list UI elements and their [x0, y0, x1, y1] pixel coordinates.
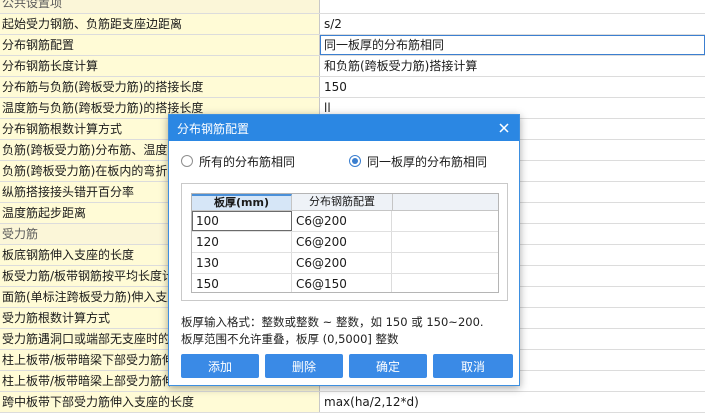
- table-row[interactable]: 150 C6@150: [192, 274, 498, 292]
- grid-row-value[interactable]: s/2: [320, 14, 705, 34]
- radio-same-thickness[interactable]: 同一板厚的分布筋相同: [349, 151, 487, 171]
- grid-row[interactable]: 分布钢筋配置 同一板厚的分布筋相同: [0, 35, 705, 56]
- grid-row-value[interactable]: 和负筋(跨板受力筋)搭接计算: [320, 56, 705, 76]
- input-format-hint: 板厚输入格式：整数或整数 ~ 整数，如 150 或 150~200. 板厚范围不…: [181, 314, 511, 348]
- radio-all-same[interactable]: 所有的分布筋相同: [181, 151, 349, 171]
- grid-section-row[interactable]: 公共设置项: [0, 0, 705, 14]
- table-row[interactable]: 130 C6@200: [192, 253, 498, 274]
- table-frame: 板厚(mm) 分布钢筋配置 100 C6@200 120 C6@200 130 C6@20…: [181, 183, 508, 301]
- grid-row-value[interactable]: 150: [320, 77, 705, 97]
- radio-all-same-label: 所有的分布筋相同: [199, 154, 296, 169]
- thickness-config-table: 板厚(mm) 分布钢筋配置 100 C6@200 120 C6@200 130 C6@20…: [191, 193, 499, 293]
- header-config[interactable]: 分布钢筋配置: [292, 194, 393, 210]
- cancel-button[interactable]: 取消: [433, 354, 513, 378]
- config-cell[interactable]: C6@200: [292, 253, 392, 273]
- config-cell[interactable]: C6@150: [292, 274, 392, 292]
- grid-row[interactable]: 分布钢筋长度计算 和负筋(跨板受力筋)搭接计算: [0, 56, 705, 77]
- grid-row-label: 分布钢筋配置: [0, 35, 320, 55]
- grid-row[interactable]: 跨中板带下部受力筋伸入支座的长度 max(ha/2,12*d): [0, 392, 705, 413]
- config-mode-radios: 所有的分布筋相同 同一板厚的分布筋相同: [181, 151, 507, 171]
- grid-row-label: 分布筋与负筋(跨板受力筋)的搭接长度: [0, 77, 320, 97]
- thickness-cell[interactable]: 150: [192, 274, 292, 292]
- add-button[interactable]: 添加: [181, 354, 259, 378]
- radio-all-same-indicator[interactable]: [181, 155, 193, 167]
- radio-same-thickness-label: 同一板厚的分布筋相同: [367, 154, 488, 169]
- grid-row-label: 起始受力钢筋、负筋距支座边距离: [0, 14, 320, 34]
- close-icon[interactable]: [497, 121, 511, 135]
- table-body: 100 C6@200 120 C6@200 130 C6@200 150 C6@150: [192, 211, 498, 292]
- config-cell[interactable]: C6@200: [292, 232, 392, 252]
- thickness-cell[interactable]: 120: [192, 232, 292, 252]
- grid-row-value[interactable]: [320, 0, 705, 13]
- dialog-titlebar[interactable]: 分布钢筋配置: [169, 115, 519, 141]
- thickness-cell[interactable]: 130: [192, 253, 292, 273]
- dialog-buttons: 添加 删除 确定 取消: [181, 354, 513, 378]
- dialog-title: 分布钢筋配置: [177, 121, 250, 136]
- hint-line-2: 板厚范围不允许重叠，板厚 (0,5000] 整数: [181, 332, 399, 346]
- table-header: 板厚(mm) 分布钢筋配置: [192, 194, 498, 211]
- ok-button[interactable]: 确定: [349, 354, 427, 378]
- table-row[interactable]: 100 C6@200: [192, 211, 498, 232]
- grid-row[interactable]: 起始受力钢筋、负筋距支座边距离 s/2: [0, 14, 705, 35]
- grid-row-value[interactable]: 同一板厚的分布筋相同: [320, 35, 705, 55]
- grid-row[interactable]: 分布筋与负筋(跨板受力筋)的搭接长度 150: [0, 77, 705, 98]
- grid-row-label: 跨中板带下部受力筋伸入支座的长度: [0, 392, 320, 412]
- config-cell[interactable]: C6@200: [292, 211, 392, 231]
- header-thickness[interactable]: 板厚(mm): [192, 194, 292, 210]
- radio-same-thickness-indicator[interactable]: [349, 155, 361, 167]
- grid-row-label: 分布钢筋长度计算: [0, 56, 320, 76]
- distribution-rebar-dialog: 分布钢筋配置 所有的分布筋相同 同一板厚的分布筋相同 板厚(mm) 分布钢筋配置…: [168, 114, 520, 386]
- grid-row-label: 公共设置项: [0, 0, 320, 13]
- table-row[interactable]: 120 C6@200: [192, 232, 498, 253]
- grid-row-value[interactable]: max(ha/2,12*d): [320, 392, 705, 412]
- thickness-cell[interactable]: 100: [192, 211, 292, 231]
- hint-line-1: 板厚输入格式：整数或整数 ~ 整数，如 150 或 150~200.: [181, 315, 484, 329]
- delete-button[interactable]: 删除: [265, 354, 343, 378]
